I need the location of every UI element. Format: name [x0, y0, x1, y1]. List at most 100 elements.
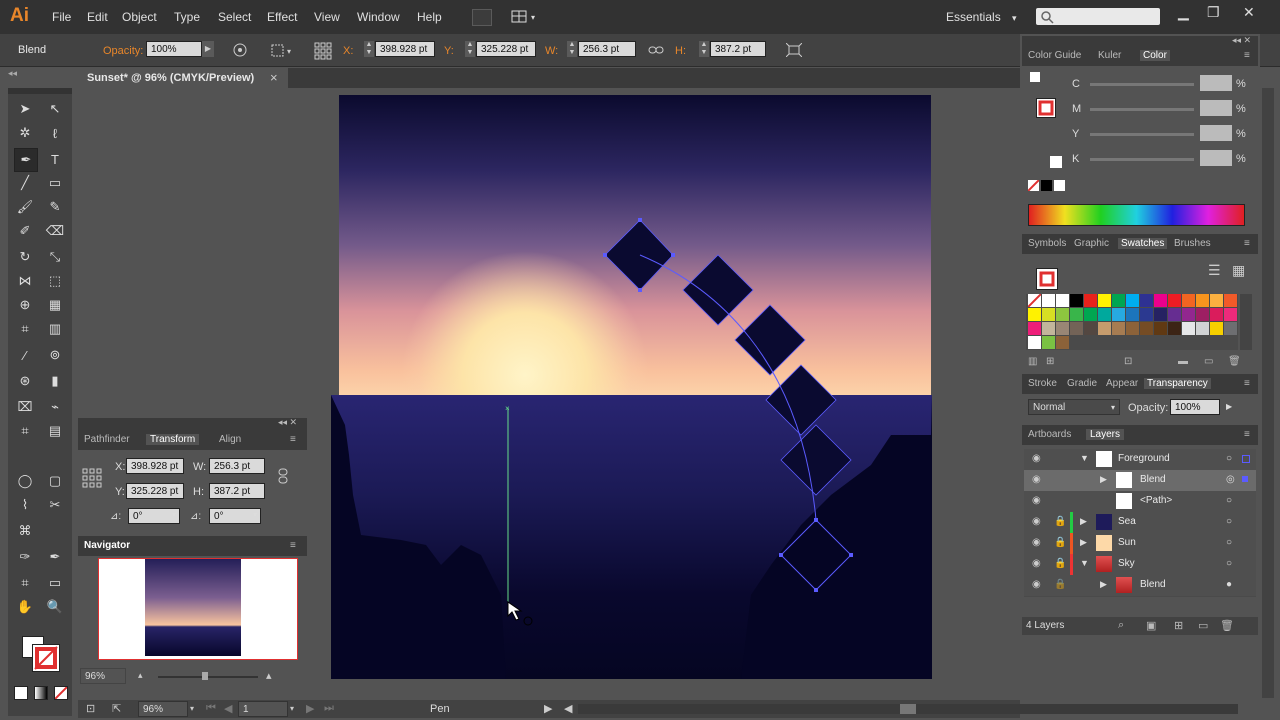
black-swatch[interactable]: [1041, 180, 1052, 191]
opacity-label[interactable]: Opacity:: [103, 45, 143, 57]
menu-view[interactable]: View: [314, 10, 340, 24]
selection-tool-icon[interactable]: ➤: [14, 98, 36, 120]
menu-window[interactable]: Window: [357, 10, 400, 24]
layer-name[interactable]: <Path>: [1140, 495, 1172, 506]
swatch[interactable]: [1028, 322, 1041, 335]
channel-y-field[interactable]: [1200, 125, 1232, 141]
locate-object-icon[interactable]: ⌕: [1118, 619, 1124, 632]
gradient-tool-icon[interactable]: ▥: [44, 318, 66, 340]
lock-icon[interactable]: 🔒: [1054, 516, 1066, 527]
target-circle-icon[interactable]: ○: [1226, 453, 1232, 464]
shape-builder-tool-icon[interactable]: ⊕: [14, 294, 36, 316]
eyedropper-tool-icon[interactable]: ⁄: [14, 344, 36, 366]
visibility-eye-icon[interactable]: ◉: [1032, 579, 1041, 590]
swatch[interactable]: [1042, 308, 1055, 321]
free-transform-tool-icon[interactable]: ⬚: [44, 270, 66, 292]
swatch[interactable]: [1154, 308, 1167, 321]
scroll-left-icon[interactable]: ◀: [564, 702, 572, 715]
crop-image-tool-icon[interactable]: ⌗: [14, 420, 36, 442]
swatch[interactable]: [1196, 322, 1209, 335]
tab-brushes[interactable]: Brushes: [1174, 238, 1211, 249]
swatch[interactable]: [1154, 322, 1167, 335]
menu-edit[interactable]: Edit: [87, 10, 108, 24]
line-tool-icon[interactable]: ╱: [14, 172, 36, 194]
tab-transparency[interactable]: Transparency: [1144, 378, 1211, 389]
arrange-documents-button[interactable]: ▾: [510, 9, 540, 24]
tab-appearance[interactable]: Appear: [1106, 378, 1138, 389]
opacity-arrow-icon[interactable]: ▶: [1226, 402, 1232, 411]
selection-indicator-icon[interactable]: [1242, 455, 1250, 463]
constrain-link-icon[interactable]: [276, 468, 290, 484]
swatch-registration[interactable]: [1042, 294, 1055, 307]
swatch[interactable]: [1042, 322, 1055, 335]
lock-icon[interactable]: 🔒: [1054, 579, 1066, 590]
x-stepper[interactable]: ▲ ▼: [364, 41, 374, 57]
status-zoom-field[interactable]: 96%: [138, 701, 188, 717]
expand-triangle-icon[interactable]: ▶: [1100, 474, 1107, 485]
blend-tool-icon[interactable]: ⊚: [44, 344, 66, 366]
swatch-pattern[interactable]: [1042, 336, 1055, 349]
maximize-icon[interactable]: ❐: [1207, 4, 1220, 21]
swatch-gradient[interactable]: [1028, 336, 1041, 349]
layer-row-sea[interactable]: ◉ 🔒 ▶ Sea ○: [1024, 512, 1256, 534]
close-icon[interactable]: ✕: [1243, 4, 1255, 21]
knife-tool-icon[interactable]: ⌇: [14, 494, 36, 516]
transform-y-field[interactable]: 325.228 pt: [126, 483, 184, 499]
visibility-eye-icon[interactable]: ◉: [1032, 537, 1041, 548]
perspective-grid-tool-icon[interactable]: ▦: [44, 294, 66, 316]
swatch[interactable]: [1168, 308, 1181, 321]
navigator-zoom-field[interactable]: 96%: [80, 668, 126, 684]
search-input[interactable]: [1036, 8, 1160, 25]
next-artboard-icon[interactable]: ▶: [306, 702, 314, 715]
open-in-bridge-icon[interactable]: ⇱: [112, 702, 121, 715]
swatch[interactable]: [1210, 294, 1223, 307]
selection-indicator-icon[interactable]: [1242, 476, 1248, 482]
make-clipping-mask-icon[interactable]: ▣: [1146, 619, 1156, 632]
tab-color[interactable]: Color: [1140, 50, 1170, 61]
channel-m-field[interactable]: [1200, 100, 1232, 116]
white-swatch[interactable]: [1054, 180, 1065, 191]
zoom-slider[interactable]: [158, 672, 258, 680]
swatch-none[interactable]: [1027, 293, 1042, 308]
gradient-mode-icon[interactable]: [34, 686, 48, 700]
tab-symbols[interactable]: Symbols: [1028, 238, 1066, 249]
transparency-opacity-field[interactable]: 100%: [1170, 399, 1220, 415]
channel-c-field[interactable]: [1200, 75, 1232, 91]
swatch[interactable]: [1084, 322, 1097, 335]
isolate-icon[interactable]: [786, 43, 802, 57]
pen-tool-icon[interactable]: ✒: [14, 148, 38, 172]
column-graph-tool-icon[interactable]: ▮: [44, 370, 66, 392]
list-view-icon[interactable]: ☰: [1208, 262, 1226, 280]
panel-collapse-icon[interactable]: ◂◂ ✕: [1232, 35, 1251, 46]
layer-name[interactable]: Foreground: [1118, 453, 1170, 464]
zoom-out-icon[interactable]: ▴: [138, 670, 143, 681]
warp-tool-icon[interactable]: ⌘: [14, 520, 36, 542]
swatch[interactable]: [1098, 308, 1111, 321]
swatch[interactable]: [1196, 308, 1209, 321]
layer-name[interactable]: Sky: [1118, 558, 1135, 569]
swatch-kinds-icon[interactable]: ⊞: [1046, 356, 1054, 367]
swatch[interactable]: [1070, 308, 1083, 321]
magic-wand-tool-icon[interactable]: ✲: [14, 122, 36, 144]
swatch[interactable]: [1028, 308, 1041, 321]
swatch[interactable]: [1112, 308, 1125, 321]
swatch[interactable]: [1140, 308, 1153, 321]
none-swatch[interactable]: [1027, 179, 1040, 192]
menu-object[interactable]: Object: [122, 10, 157, 24]
new-swatch-icon[interactable]: ▭: [1204, 356, 1213, 367]
swatch[interactable]: [1112, 294, 1125, 307]
chart-tool-icon[interactable]: ▤: [44, 420, 66, 442]
y-field[interactable]: 325.228 pt: [476, 41, 536, 57]
minimize-icon[interactable]: ▁: [1178, 4, 1189, 21]
swatch-white[interactable]: [1056, 294, 1069, 307]
ellipse-tool-icon[interactable]: ◯: [14, 470, 36, 492]
lock-icon[interactable]: 🔒: [1054, 558, 1066, 569]
new-layer-icon[interactable]: ▭: [1198, 619, 1208, 632]
close-tab-icon[interactable]: ×: [270, 70, 278, 85]
x-field[interactable]: 398.928 pt: [375, 41, 435, 57]
swatch[interactable]: [1182, 308, 1195, 321]
target-circle-icon[interactable]: ○: [1226, 537, 1232, 548]
swatch[interactable]: [1126, 322, 1139, 335]
reference-point-icon[interactable]: [314, 42, 332, 60]
artboard-tool-icon[interactable]: ⌧: [14, 396, 36, 418]
